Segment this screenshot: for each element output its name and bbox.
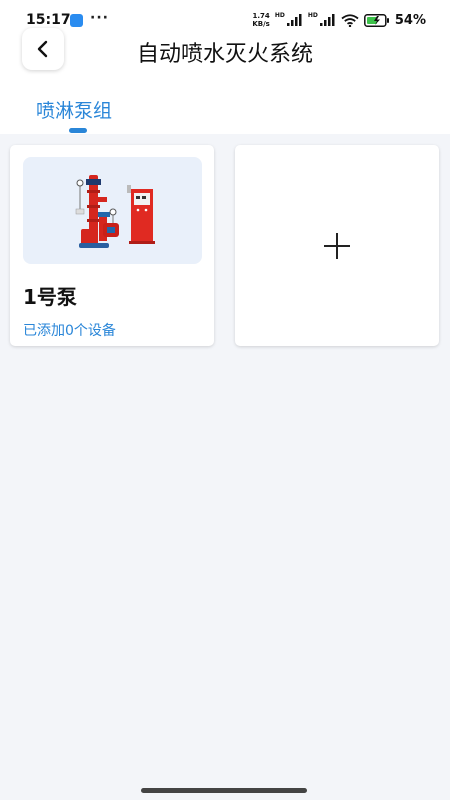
status-bar: 15:17 ··· 1.74 KB/s HD HD 54% <box>0 0 450 40</box>
tab-indicator <box>69 128 87 133</box>
network-speed: 1.74 KB/s <box>252 12 269 28</box>
page-title: 自动喷水灭火系统 <box>136 42 313 67</box>
device-count-text: 已添加0个设备 <box>23 323 116 339</box>
network-speed-value: 1.74 <box>252 12 270 20</box>
top-area: 15:17 ··· 1.74 KB/s HD HD 54% 自动喷水灭火系统 喷… <box>0 0 450 134</box>
battery-icon <box>363 13 389 27</box>
status-icons: 1.74 KB/s HD HD 54% <box>252 10 426 30</box>
signal-icon <box>286 14 302 26</box>
pump-card[interactable]: 1号泵 已添加0个设备 <box>10 145 214 346</box>
tab-sprinkler-pump-group[interactable]: 喷淋泵组 <box>36 96 112 123</box>
hd-badge-1: HD <box>274 12 285 19</box>
more-notifications-icon: ··· <box>90 10 109 26</box>
home-indicator[interactable] <box>141 788 307 793</box>
network-speed-unit: KB/s <box>252 20 270 28</box>
back-button[interactable] <box>22 28 64 70</box>
add-pump-card[interactable] <box>235 145 439 346</box>
plus-icon <box>324 232 350 259</box>
signal-icon-2 <box>319 14 335 26</box>
pump-name: 1号泵 <box>23 285 77 309</box>
hd-badge-2: HD <box>307 12 318 19</box>
chevron-left-icon <box>37 40 48 58</box>
status-time: 15:17 <box>26 12 71 28</box>
pump-assembly-image <box>23 157 202 264</box>
wifi-icon <box>341 13 359 27</box>
app-notification-icon <box>70 14 83 27</box>
battery-percent: 54% <box>394 12 426 28</box>
pump-illustration <box>75 175 155 248</box>
